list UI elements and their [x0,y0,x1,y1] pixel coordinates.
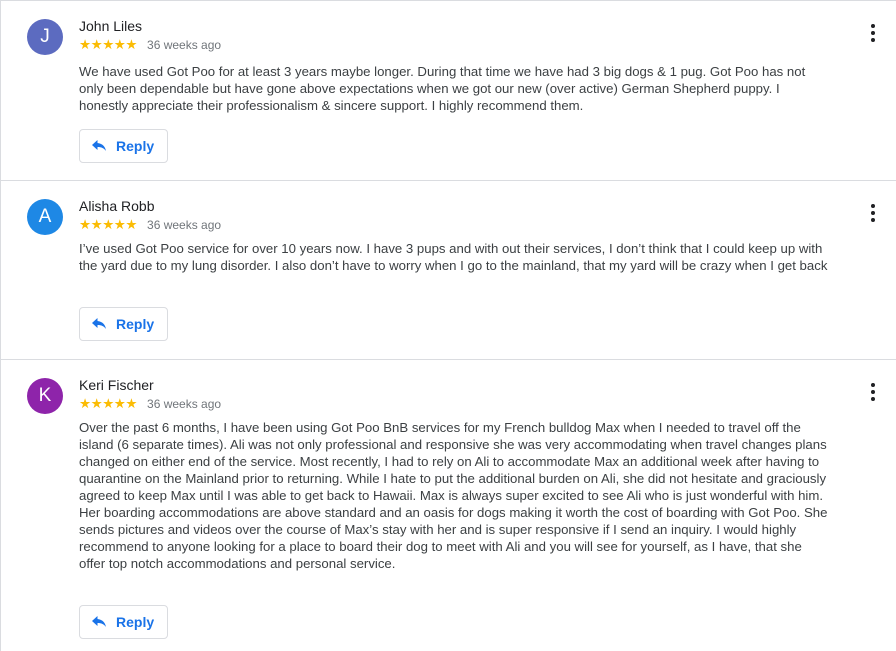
reviewer-name[interactable]: Keri Fischer [79,377,154,393]
more-options-icon[interactable] [863,21,883,45]
reply-icon [92,140,106,151]
avatar[interactable]: A [27,199,63,235]
review-time: 36 weeks ago [147,397,222,411]
review-time: 36 weeks ago [147,38,222,52]
star-rating: ★★★★★ [79,396,138,411]
review-text: Over the past 6 months, I have been usin… [79,420,828,571]
reply-label: Reply [116,138,155,154]
more-options-icon[interactable] [863,380,883,404]
review-text: I’ve used Got Poo service for over 10 ye… [79,241,828,273]
review-meta: ★★★★★ 36 weeks ago [79,217,221,233]
reply-label: Reply [116,316,155,332]
review-card: K Keri Fischer ★★★★★ 36 weeks ago Over t… [0,360,896,651]
avatar[interactable]: K [27,378,63,414]
review-card: A Alisha Robb ★★★★★ 36 weeks ago I’ve us… [0,181,896,360]
review-meta: ★★★★★ 36 weeks ago [79,37,221,53]
reviewer-name[interactable]: John Liles [79,18,142,34]
reply-button[interactable]: Reply [79,307,168,341]
reply-icon [92,616,106,627]
reply-button[interactable]: Reply [79,605,168,639]
reviewer-name[interactable]: Alisha Robb [79,198,155,214]
star-rating: ★★★★★ [79,37,138,52]
review-meta: ★★★★★ 36 weeks ago [79,396,221,412]
review-text: We have used Got Poo for at least 3 year… [79,64,806,113]
review-card: J John Liles ★★★★★ 36 weeks ago We have … [0,0,896,181]
reply-button[interactable]: Reply [79,129,168,163]
star-rating: ★★★★★ [79,217,138,232]
review-time: 36 weeks ago [147,218,222,232]
avatar[interactable]: J [27,19,63,55]
more-options-icon[interactable] [863,201,883,225]
reply-icon [92,318,106,329]
reply-label: Reply [116,614,155,630]
